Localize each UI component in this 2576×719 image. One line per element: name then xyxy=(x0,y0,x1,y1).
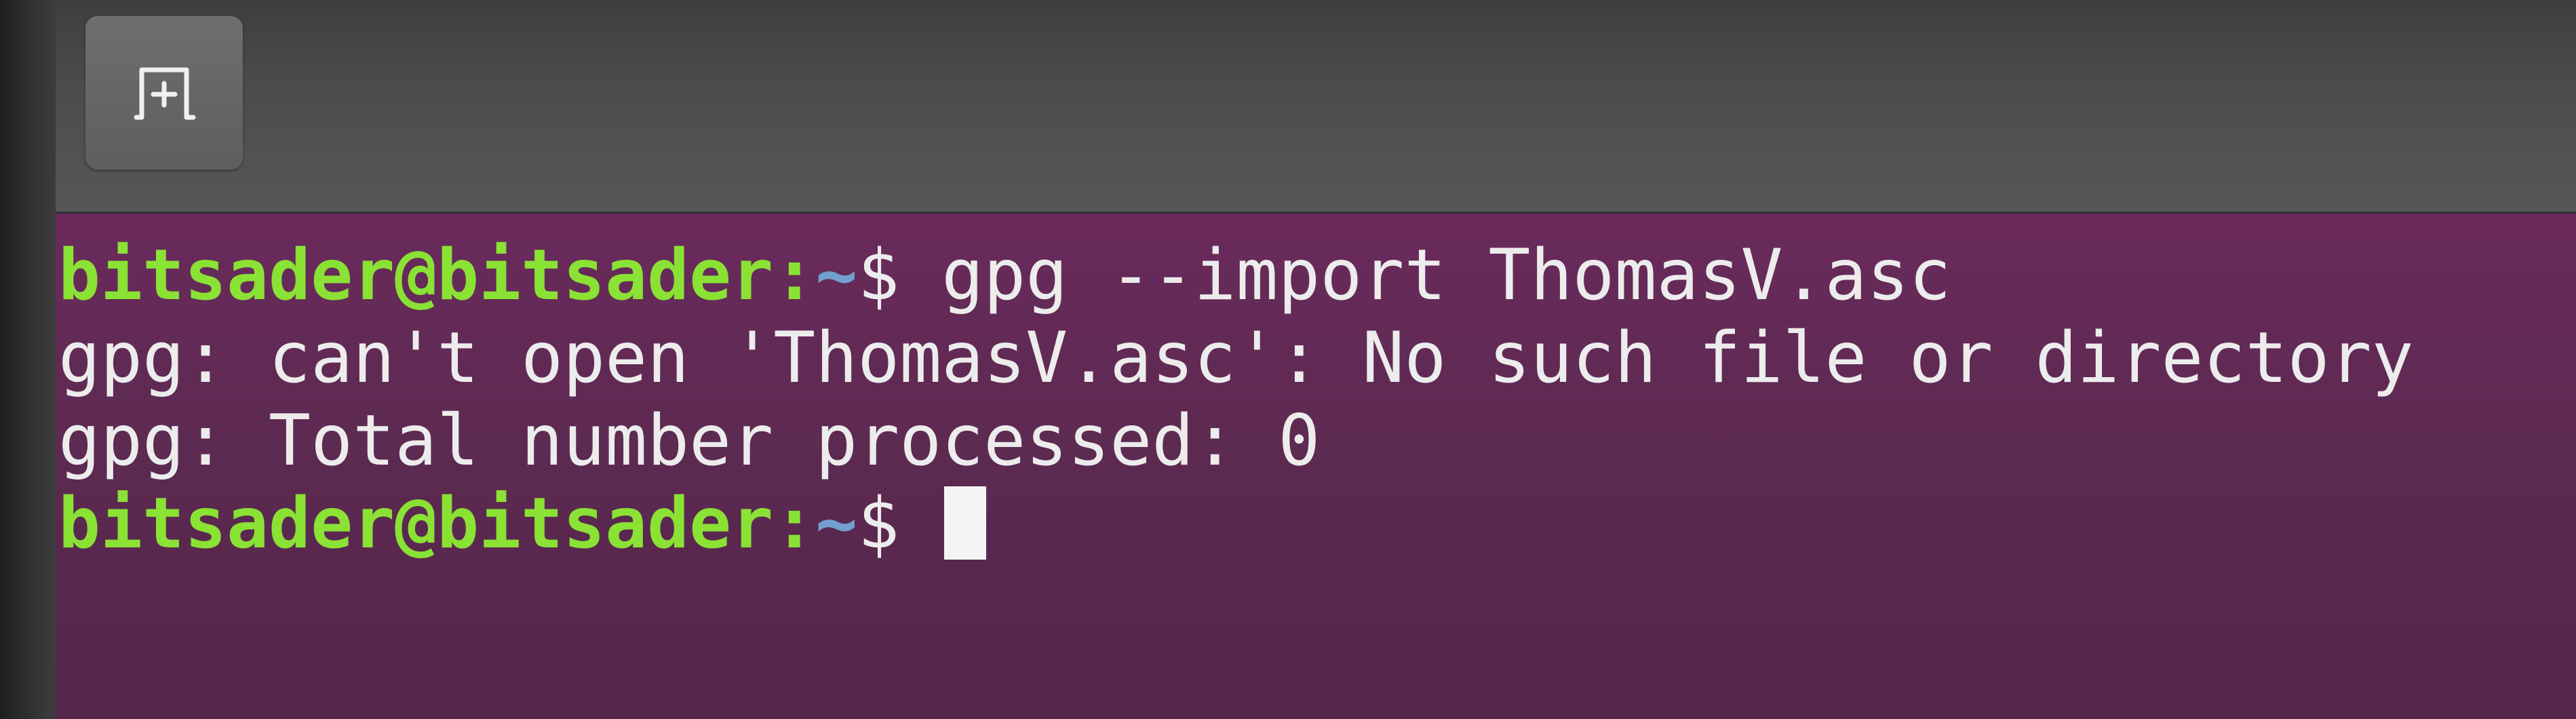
command-text: gpg --import ThomasV.asc xyxy=(941,235,1951,316)
prompt-colon: : xyxy=(773,235,816,316)
prompt-path: ~ xyxy=(815,483,858,564)
prompt-colon: : xyxy=(773,483,816,564)
terminal-output[interactable]: bitsader@bitsader:~$ gpg --import Thomas… xyxy=(56,214,2576,719)
terminal-line-command: bitsader@bitsader:~$ gpg --import Thomas… xyxy=(56,234,2576,317)
terminal-line-output: gpg: can't open 'ThomasV.asc': No such f… xyxy=(56,317,2576,400)
prompt-symbol: $ xyxy=(857,483,900,564)
screen: bitsader@bitsader:~$ gpg --import Thomas… xyxy=(0,0,2576,719)
prompt-symbol: $ xyxy=(857,235,900,316)
new-tab-button[interactable] xyxy=(85,16,243,170)
output-text: gpg: Total number processed: 0 xyxy=(58,400,1321,482)
text-cursor xyxy=(944,486,987,560)
prompt-path: ~ xyxy=(815,235,858,316)
prompt-user-host: bitsader@bitsader xyxy=(58,235,774,316)
terminal-line-output: gpg: Total number processed: 0 xyxy=(56,400,2576,482)
terminal-line-prompt: bitsader@bitsader:~$ xyxy=(56,482,2576,565)
screen-bezel xyxy=(0,0,56,719)
prompt-user-host: bitsader@bitsader xyxy=(58,483,774,564)
new-terminal-tab-icon xyxy=(134,67,196,120)
terminal-titlebar xyxy=(56,0,2576,214)
output-text: gpg: can't open 'ThomasV.asc': No such f… xyxy=(58,317,2414,399)
